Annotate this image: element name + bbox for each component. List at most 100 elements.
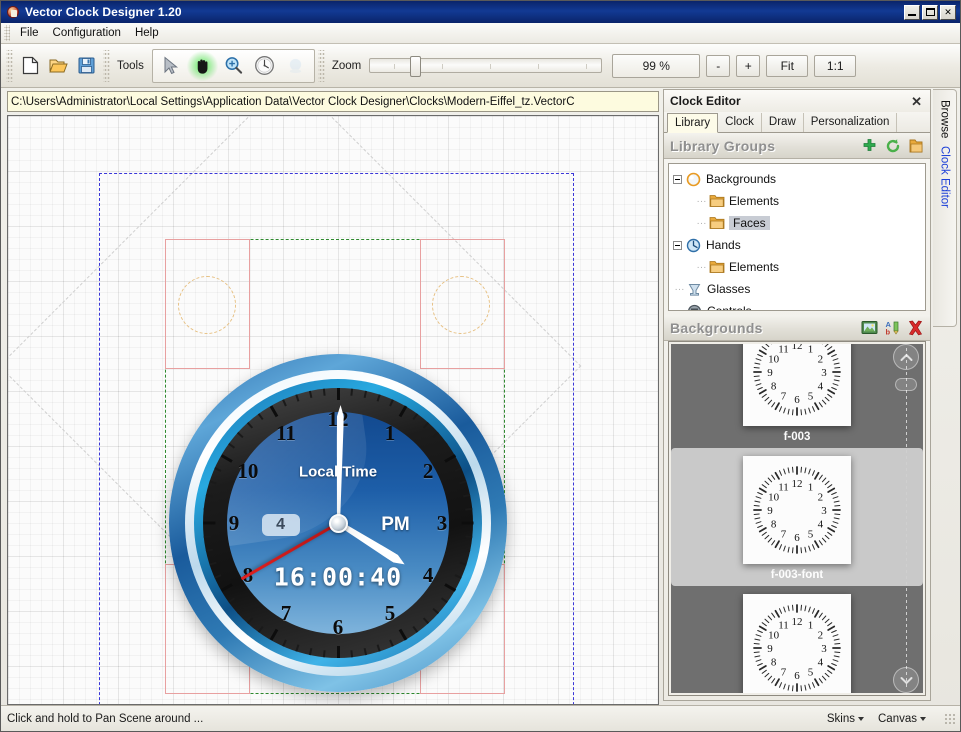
file-path-field[interactable]: C:\Users\Administrator\Local Settings\Ap…	[7, 91, 659, 112]
tree-node[interactable]: ··· Elements	[673, 190, 925, 212]
minute-tick	[363, 647, 368, 656]
folder-icon	[708, 193, 725, 210]
backgrounds-thumbnails: 12 1 2 3 4 5 6 7 8 9 10 11 f-003 12 1 2 3 4 5 6 7 8 9 10 11 f-003…	[671, 344, 923, 693]
zoom-value-field[interactable]: 99 %	[612, 53, 701, 78]
zoom-slider-thumb[interactable]	[410, 56, 422, 77]
clock-editor-tabs: Library Clock Draw Personalization	[664, 112, 930, 133]
rename-icon: A b	[885, 320, 899, 336]
tab-library[interactable]: Library	[667, 113, 719, 133]
import-image-button[interactable]	[861, 319, 878, 336]
resize-grip[interactable]	[944, 712, 956, 725]
svg-text:4: 4	[818, 381, 824, 393]
svg-text:b: b	[885, 327, 890, 336]
scrollbar-thumb[interactable]	[895, 378, 917, 391]
hour-tick	[398, 405, 407, 418]
svg-text:11: 11	[778, 620, 789, 632]
menu-item-configuration[interactable]: Configuration	[46, 24, 128, 42]
library-groups-tree[interactable]: Backgrounds ··· Elements ··· Faces Hands ··· El…	[668, 163, 926, 311]
clock-preview[interactable]: 121234567891011 Local Time 4 PM 16:00:40	[169, 354, 507, 692]
svg-text:12: 12	[792, 344, 803, 352]
backgrounds-list[interactable]: 12 1 2 3 4 5 6 7 8 9 10 11 f-003 12 1 2 3 4 5 6 7 8 9 10 11 f-003…	[668, 341, 926, 696]
backgrounds-scrollbar[interactable]	[889, 344, 923, 693]
minute-tick	[412, 625, 419, 633]
select-tool[interactable]	[156, 51, 187, 81]
application-window: Vector Clock Designer 1.20 ✕ File Config…	[0, 0, 961, 732]
new-document-button[interactable]	[17, 53, 43, 79]
toolbar-grip-1[interactable]	[6, 49, 13, 82]
open-folder-button[interactable]	[907, 137, 924, 154]
clock-tool[interactable]	[249, 51, 280, 81]
background-thumbnail-item[interactable]: 12 1 2 3 4 5 6 7 8 9 10 11 f-003-font	[671, 448, 923, 586]
clock-hands-icon	[685, 237, 702, 254]
chevron-down-icon	[858, 716, 864, 721]
minute-tick	[350, 650, 354, 658]
minute-tick	[203, 507, 211, 511]
menu-drag-grip[interactable]	[4, 25, 10, 41]
close-button[interactable]: ✕	[940, 4, 956, 20]
minute-tick	[203, 535, 211, 539]
canvas-menu[interactable]: Canvas	[878, 713, 926, 725]
clock-face-preview: 12 1 2 3 4 5 6 7 8 9 10 11	[743, 456, 851, 564]
clock-numeral: 10	[237, 459, 259, 483]
minute-tick	[465, 535, 473, 539]
save-button[interactable]	[73, 53, 99, 79]
scroll-up-button[interactable]	[893, 344, 919, 370]
controls-icon	[686, 303, 703, 310]
background-thumbnail-item[interactable]: 12 1 2 3 4 5 6 7 8 9 10 11 f-003	[671, 344, 923, 448]
tree-node[interactable]: ··· Glasses	[673, 278, 925, 300]
rename-item-button[interactable]: A b	[884, 319, 901, 336]
glass-icon	[686, 281, 703, 298]
clock-numeral: 4	[422, 563, 434, 587]
open-folder-button[interactable]	[45, 53, 71, 79]
tree-node[interactable]: ··· Elements	[673, 256, 925, 278]
design-canvas[interactable]: 121234567891011 Local Time 4 PM 16:00:40	[7, 115, 659, 705]
close-icon[interactable]: ✕	[909, 95, 924, 108]
maximize-button[interactable]	[922, 4, 938, 20]
main-toolbar: Tools Zoom 99 % - + Fit 1:1	[1, 44, 960, 88]
toolbar-grip-2[interactable]	[103, 49, 110, 82]
canvas-menu-label: Canvas	[878, 712, 917, 725]
svg-text:3: 3	[821, 643, 827, 655]
zoom-in-button[interactable]: +	[736, 54, 761, 77]
toolbar-grip-3[interactable]	[317, 49, 325, 82]
tree-expander[interactable]	[673, 174, 682, 184]
refresh-button[interactable]	[884, 137, 901, 154]
scroll-down-button[interactable]	[893, 667, 919, 693]
minute-tick	[214, 574, 222, 579]
zoom-tool[interactable]	[218, 51, 249, 81]
tab-clock[interactable]: Clock	[718, 113, 762, 132]
fit-button[interactable]: Fit	[766, 54, 809, 77]
tab-personalization[interactable]: Personalization	[804, 113, 898, 132]
zoom-out-button[interactable]: -	[706, 54, 731, 77]
minute-tick	[432, 607, 439, 615]
zoom-slider[interactable]	[369, 56, 603, 77]
tree-node[interactable]: Backgrounds	[673, 168, 925, 190]
delete-item-button[interactable]	[907, 319, 924, 336]
tree-node[interactable]: Hands	[673, 234, 925, 256]
tree-connector: ···	[674, 283, 685, 295]
menu-item-file[interactable]: File	[13, 24, 46, 42]
minute-tick	[214, 467, 222, 472]
minute-tick	[209, 561, 217, 566]
file-button-group	[16, 46, 100, 86]
glow-tool[interactable]	[280, 51, 311, 81]
pan-tool[interactable]	[186, 50, 218, 81]
tree-expander[interactable]	[673, 240, 682, 250]
svg-text:8: 8	[771, 381, 777, 393]
menu-item-help[interactable]: Help	[128, 24, 166, 42]
minimize-button[interactable]	[904, 4, 920, 20]
background-thumbnail-item[interactable]: 12 1 2 3 4 5 6 7 8 9 10 11	[671, 586, 923, 693]
tree-node[interactable]: ··· Faces	[673, 212, 925, 234]
skins-menu[interactable]: Skins	[827, 713, 864, 725]
hour-tick	[269, 628, 278, 641]
add-group-button[interactable]	[861, 137, 878, 154]
side-tab-browse[interactable]: Browse	[936, 96, 954, 142]
minute-tick	[350, 388, 354, 396]
clock-numeral: 3	[436, 511, 448, 535]
side-tab-clock-editor[interactable]: Clock Editor	[936, 142, 954, 212]
one-to-one-button[interactable]: 1:1	[814, 54, 857, 77]
tree-node[interactable]: ··· Controls	[673, 300, 925, 310]
svg-text:1: 1	[808, 482, 814, 494]
svg-text:12: 12	[792, 616, 803, 628]
tab-draw[interactable]: Draw	[762, 113, 804, 132]
